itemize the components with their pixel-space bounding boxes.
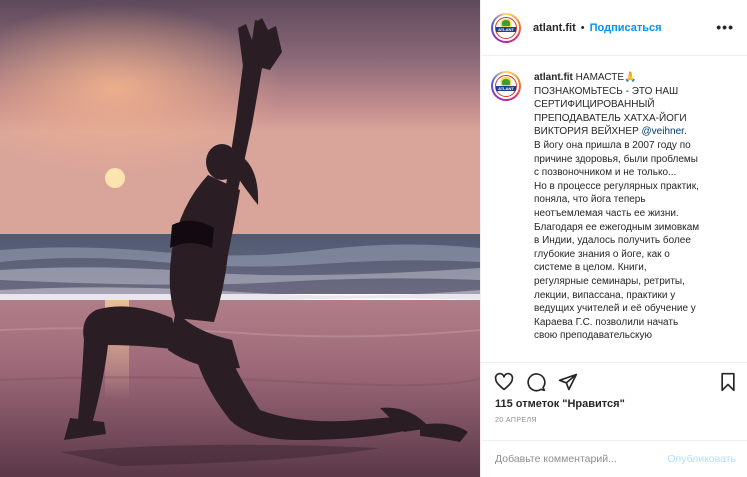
- caption-line: поняла, что йога теперь: [534, 194, 646, 206]
- caption-line: ведущих учителей и её обучение у: [534, 303, 696, 315]
- comment-input[interactable]: [495, 453, 668, 465]
- caption-punct: .: [683, 126, 687, 138]
- caption-text: atlant.fit НАМАСТЕ🙏 ПОЗНАКОМЬТЕСЬ - ЭТО …: [534, 71, 738, 343]
- caption-line: в Индии, удалось получить более: [534, 235, 691, 247]
- caption-line: неотъемлемая часть ее жизни.: [534, 207, 679, 219]
- post-photo[interactable]: [0, 0, 480, 477]
- comment-icon[interactable]: [526, 372, 546, 392]
- action-bar: [481, 362, 747, 398]
- post-date[interactable]: 20 АПРЕЛЯ: [495, 417, 537, 424]
- caption-line: системе в целом. Книги,: [534, 262, 647, 274]
- caption-line: Караева Г.С. позволили начать: [534, 316, 679, 328]
- caption: ATLANT atlant.fit НАМАСТЕ🙏 ПОЗНАКОМЬТЕСЬ…: [491, 71, 738, 343]
- caption-line: регулярные семинары, ретриты,: [534, 275, 685, 287]
- separator-dot: •: [580, 21, 585, 34]
- caption-line: ПРЕПОДАВАТЕЛЬ ХАТХА-ЙОГИ: [534, 112, 687, 124]
- follow-button[interactable]: Подписаться: [590, 22, 662, 34]
- post-sidebar: ATLANT atlant.fit • Подписаться ••• ATLA…: [480, 0, 747, 477]
- caption-line: глубокие знания о йоге, как о: [534, 248, 670, 260]
- post-header: ATLANT atlant.fit • Подписаться •••: [481, 0, 747, 56]
- caption-line: СЕРТИФИЦИРОВАННЫЙ: [534, 99, 655, 111]
- caption-avatar[interactable]: ATLANT: [491, 71, 521, 101]
- likes-count[interactable]: 115 отметок "Нравится": [495, 398, 625, 410]
- yoga-beach-sunset-image: [0, 0, 480, 477]
- caption-line: НАМАСТЕ🙏: [575, 72, 637, 83]
- caption-line: Благодаря ее ежегодным зимовкам: [534, 221, 700, 233]
- caption-line: Но в процессе регулярных практик,: [534, 180, 699, 192]
- bookmark-icon[interactable]: [718, 372, 738, 392]
- caption-line: свою преподавательскую: [534, 330, 653, 342]
- caption-line: В йогу она пришла в 2007 году по: [534, 139, 691, 151]
- publish-button[interactable]: Опубликовать: [667, 453, 736, 465]
- heart-icon[interactable]: [494, 372, 514, 392]
- brand-logo-icon: ATLANT: [494, 15, 518, 40]
- more-options-icon[interactable]: •••: [716, 20, 734, 34]
- share-icon[interactable]: [558, 372, 578, 392]
- brand-logo-icon: ATLANT: [494, 74, 518, 98]
- caption-line: причине здоровья, были проблемы: [534, 153, 698, 165]
- caption-username-link[interactable]: atlant.fit: [534, 72, 573, 83]
- sun: [105, 168, 125, 188]
- caption-line: ВИКТОРИЯ ВЕЙХНЕР: [534, 126, 639, 138]
- comments-area[interactable]: ATLANT atlant.fit НАМАСТЕ🙏 ПОЗНАКОМЬТЕСЬ…: [481, 57, 747, 362]
- mention-link[interactable]: @veihner: [642, 126, 684, 137]
- caption-line: ПОЗНАКОМЬТЕСЬ - ЭТО НАШ: [534, 85, 679, 97]
- comment-form: Опубликовать: [481, 440, 747, 477]
- caption-line: лекции, випассана, практики у: [534, 289, 676, 301]
- caption-line: с позвоночником и не только...: [534, 167, 677, 179]
- username-link[interactable]: atlant.fit: [533, 22, 576, 34]
- avatar[interactable]: ATLANT: [491, 12, 521, 43]
